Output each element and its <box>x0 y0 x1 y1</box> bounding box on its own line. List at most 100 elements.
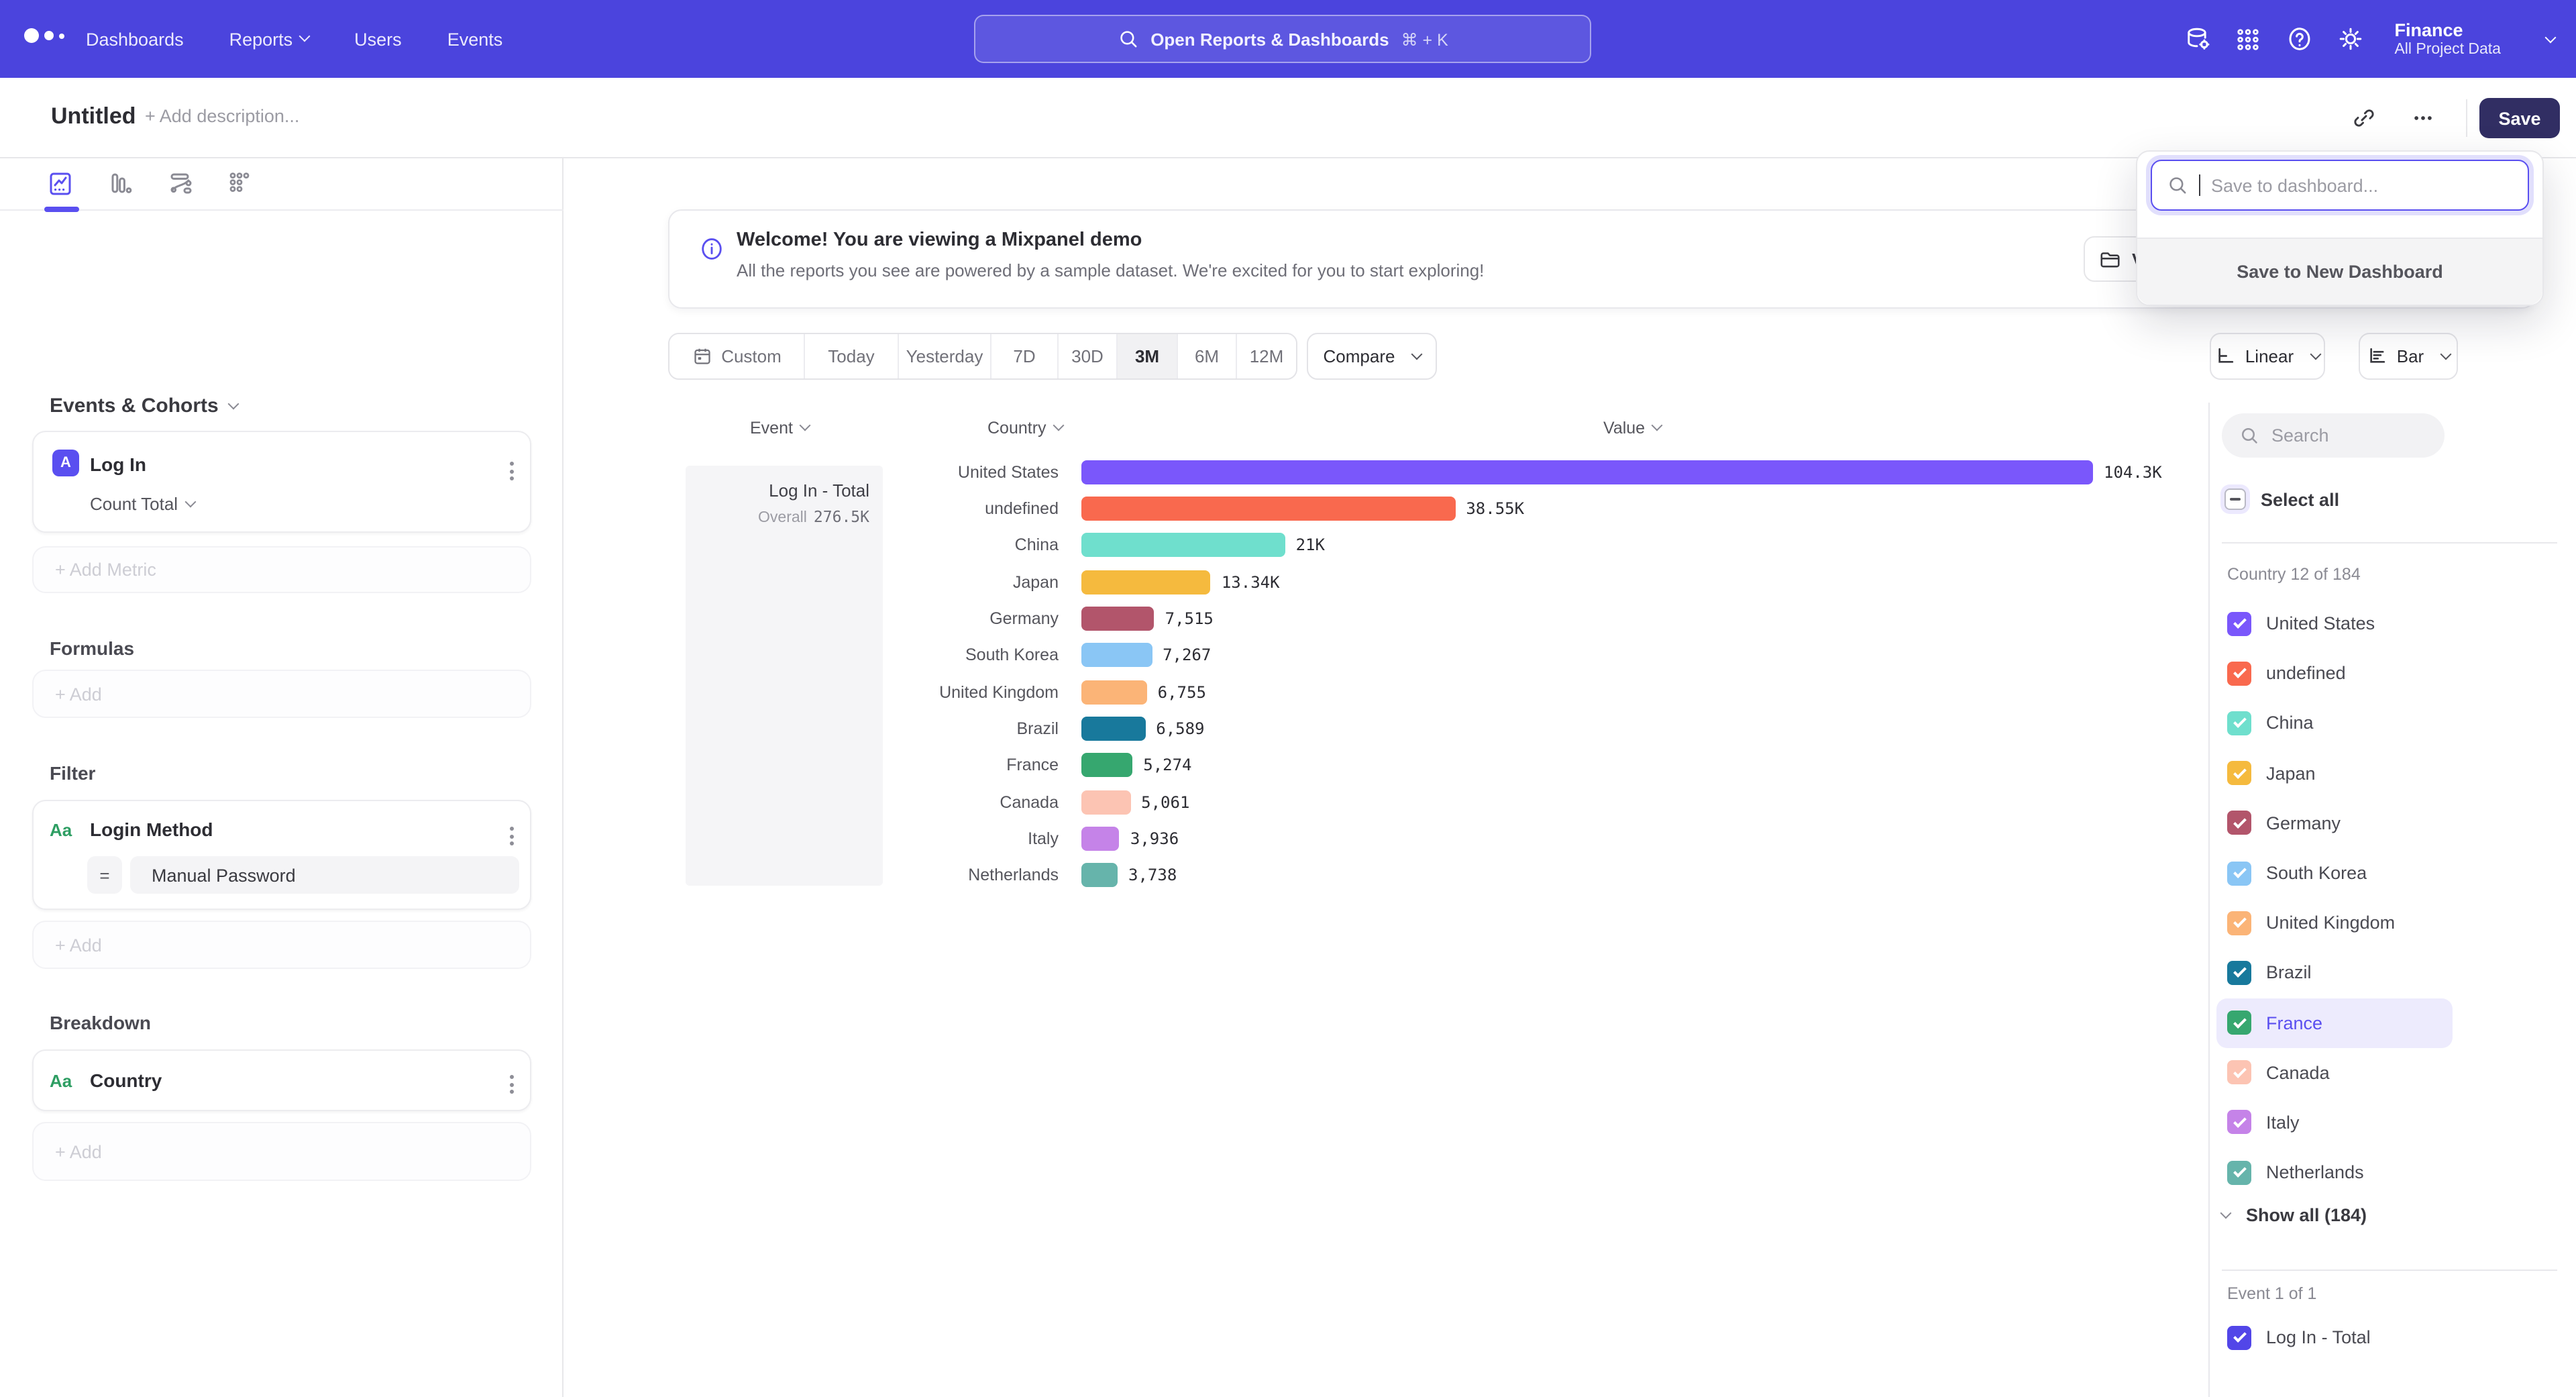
global-search[interactable]: Open Reports & Dashboards ⌘ + K <box>974 15 1591 63</box>
date-range-3m[interactable]: 3M <box>1118 334 1178 378</box>
tab-insights[interactable] <box>42 166 79 201</box>
events-cohorts-header[interactable]: Events & Cohorts <box>50 395 237 417</box>
filter-more-options-icon[interactable] <box>502 821 522 851</box>
event-checkbox-log-in-total[interactable] <box>2227 1325 2251 1349</box>
bar-united-states[interactable] <box>1081 460 2093 484</box>
metric-aggregation-dropdown[interactable]: Count Total <box>90 494 194 514</box>
filter-property-name[interactable]: Login Method <box>90 819 213 840</box>
metric-card-log-in[interactable]: A Log In Count Total <box>32 431 531 533</box>
bar-united-kingdom[interactable] <box>1081 680 1147 704</box>
nav-item-dashboards[interactable]: Dashboards <box>86 29 184 49</box>
bar-south-korea[interactable] <box>1081 643 1152 668</box>
country-checkbox-france[interactable] <box>2227 1011 2251 1035</box>
metric-event-name[interactable]: Log In <box>90 454 146 475</box>
country-legend-row-france[interactable]: France <box>2216 998 2453 1047</box>
breakdown-more-options-icon[interactable] <box>502 1070 522 1099</box>
bar-germany[interactable] <box>1081 607 1155 631</box>
select-all-checkbox[interactable] <box>2224 488 2246 510</box>
event-series-cell[interactable]: Log In - Total Overall276.5K <box>686 466 883 886</box>
mixpanel-logo[interactable] <box>24 28 64 43</box>
country-checkbox-united-states[interactable] <box>2227 611 2251 635</box>
bar-brazil[interactable] <box>1081 717 1145 741</box>
add-metric-button[interactable]: + Add Metric <box>32 546 531 593</box>
tab-retention[interactable] <box>221 166 259 201</box>
bar-canada[interactable] <box>1081 790 1130 815</box>
copy-link-icon[interactable] <box>2345 101 2383 136</box>
settings-gear-icon[interactable] <box>2324 13 2375 64</box>
country-legend-row-germany[interactable]: Germany <box>2216 798 2479 848</box>
tab-flows[interactable] <box>162 166 200 201</box>
date-range-today[interactable]: Today <box>805 334 899 378</box>
date-range-30d[interactable]: 30D <box>1059 334 1118 378</box>
nav-item-users[interactable]: Users <box>354 29 402 49</box>
date-range-6m[interactable]: 6M <box>1178 334 1237 378</box>
nav-item-reports[interactable]: Reports <box>229 29 309 49</box>
breakdown-property-name[interactable]: Country <box>90 1070 162 1091</box>
legend-search-input[interactable]: Search <box>2222 413 2445 458</box>
chart-type-button[interactable]: Bar <box>2359 333 2458 380</box>
filter-card-login-method[interactable]: Aa Login Method = Manual Password <box>32 800 531 910</box>
bar-japan[interactable] <box>1081 570 1211 594</box>
filter-value-field[interactable]: Manual Password <box>130 856 519 894</box>
country-legend-row-china[interactable]: China <box>2216 698 2479 748</box>
country-legend-row-united-kingdom[interactable]: United Kingdom <box>2216 898 2479 947</box>
show-all-button[interactable]: Show all (184) <box>2222 1205 2367 1225</box>
bar-italy[interactable] <box>1081 827 1120 851</box>
country-legend-row-japan[interactable]: Japan <box>2216 748 2479 798</box>
bar-netherlands[interactable] <box>1081 864 1118 888</box>
column-header-country[interactable]: Country <box>987 419 1063 437</box>
project-chevron-down-icon[interactable] <box>2538 27 2555 51</box>
nav-item-events[interactable]: Events <box>447 29 503 49</box>
bar-france[interactable] <box>1081 754 1132 778</box>
filter-header: Filter <box>50 762 95 784</box>
add-filter-button[interactable]: + Add <box>32 921 531 969</box>
compare-button[interactable]: Compare <box>1307 333 1437 380</box>
breakdown-card-country[interactable]: Aa Country <box>32 1049 531 1111</box>
apps-grid-icon[interactable] <box>2222 13 2273 64</box>
save-button[interactable]: Save <box>2479 98 2560 138</box>
country-checkbox-south-korea[interactable] <box>2227 861 2251 885</box>
country-checkbox-italy[interactable] <box>2227 1110 2251 1135</box>
country-checkbox-united-kingdom[interactable] <box>2227 911 2251 935</box>
report-title[interactable]: Untitled <box>51 103 136 130</box>
country-legend-row-italy[interactable]: Italy <box>2216 1098 2479 1147</box>
bar-undefined[interactable] <box>1081 497 1455 521</box>
add-description-field[interactable]: + Add description... <box>145 106 299 126</box>
date-range-7d[interactable]: 7D <box>991 334 1059 378</box>
bar-china[interactable] <box>1081 533 1285 558</box>
column-header-value[interactable]: Value <box>1603 419 1661 437</box>
country-checkbox-brazil[interactable] <box>2227 961 2251 985</box>
date-range-yesterday[interactable]: Yesterday <box>899 334 991 378</box>
date-range-12m[interactable]: 12M <box>1237 334 1296 378</box>
country-checkbox-germany[interactable] <box>2227 811 2251 835</box>
country-checkbox-canada[interactable] <box>2227 1061 2251 1085</box>
tab-funnels[interactable] <box>102 166 140 201</box>
country-checkbox-china[interactable] <box>2227 711 2251 735</box>
add-formula-button[interactable]: + Add <box>32 670 531 718</box>
country-legend-row-undefined[interactable]: undefined <box>2216 648 2479 698</box>
country-checkbox-japan[interactable] <box>2227 761 2251 785</box>
event-legend-row-log-in-total[interactable]: Log In - Total <box>2216 1312 2479 1362</box>
help-icon[interactable] <box>2273 13 2324 64</box>
country-legend-row-canada[interactable]: Canada <box>2216 1047 2479 1097</box>
country-legend-label: Canada <box>2266 1063 2330 1083</box>
select-all-row[interactable]: Select all <box>2224 488 2339 510</box>
filter-operator-dropdown[interactable]: = <box>87 856 122 894</box>
column-header-event[interactable]: Event <box>750 419 809 437</box>
country-checkbox-undefined[interactable] <box>2227 662 2251 686</box>
save-dashboard-search-input[interactable]: Save to dashboard... <box>2151 160 2529 211</box>
country-legend-row-netherlands[interactable]: Netherlands <box>2216 1147 2479 1197</box>
metric-more-options-icon[interactable] <box>502 456 522 486</box>
country-legend-row-brazil[interactable]: Brazil <box>2216 948 2479 998</box>
date-range-custom[interactable]: Custom <box>669 334 805 378</box>
more-options-icon[interactable] <box>2404 101 2442 136</box>
save-to-new-dashboard-button[interactable]: Save to New Dashboard <box>2137 238 2542 305</box>
country-legend-row-united-states[interactable]: United States <box>2216 599 2479 648</box>
country-legend-row-south-korea[interactable]: South Korea <box>2216 848 2479 898</box>
country-checkbox-netherlands[interactable] <box>2227 1160 2251 1184</box>
bar-value-label: 3,936 <box>1130 829 1179 848</box>
project-switcher[interactable]: Finance All Project Data <box>2394 19 2501 58</box>
scale-selector-button[interactable]: Linear <box>2210 333 2325 380</box>
add-breakdown-button[interactable]: + Add <box>32 1122 531 1181</box>
data-management-icon[interactable] <box>2171 13 2222 64</box>
